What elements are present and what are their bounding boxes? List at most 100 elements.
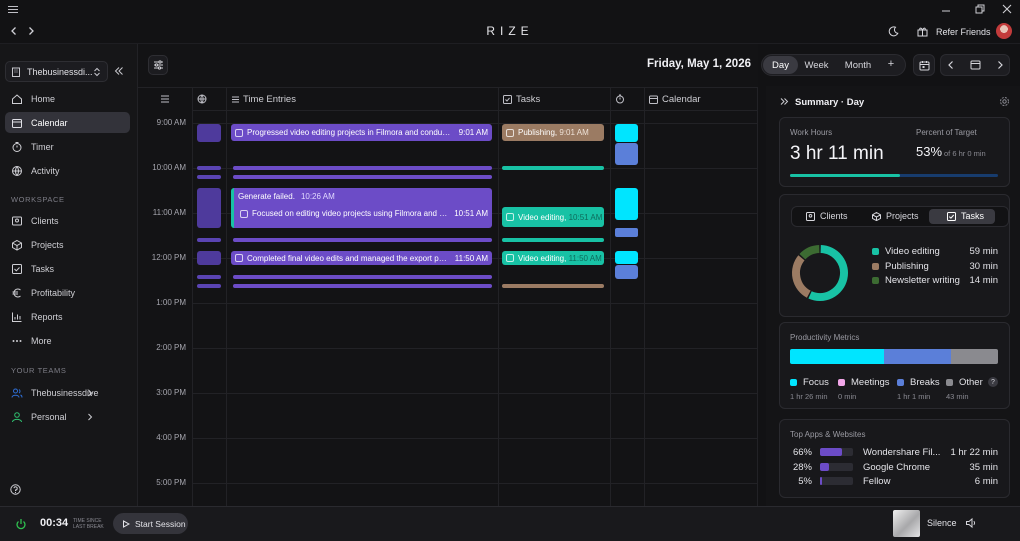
task-entry-time: 11:50 AM	[568, 253, 602, 263]
refer-friends-link[interactable]: Refer Friends	[936, 27, 991, 37]
close-icon[interactable]	[1002, 4, 1012, 14]
app-name: Fellow	[863, 476, 891, 487]
legend-value: 14 min	[969, 275, 998, 286]
gift-icon[interactable]	[917, 26, 928, 37]
task-entry-text: Publishing	[518, 128, 555, 137]
avatar[interactable]	[996, 23, 1012, 39]
time-entry-bar[interactable]	[233, 166, 492, 170]
break-block[interactable]	[615, 265, 638, 279]
restore-icon[interactable]	[975, 4, 985, 14]
activity-block[interactable]	[197, 251, 221, 265]
tab-projects[interactable]: Projects	[872, 211, 919, 221]
legend-label: Video editing	[885, 246, 940, 257]
task-entry-text: Video editing	[518, 212, 565, 222]
task-entry[interactable]: Publishing, 9:01 AM	[502, 124, 604, 141]
current-date: Friday, May 1, 2026	[647, 58, 751, 70]
prev-day-icon[interactable]	[946, 60, 956, 70]
focus-block[interactable]	[615, 124, 638, 142]
nav-more[interactable]: More	[5, 330, 130, 351]
sound-artwork[interactable]	[893, 510, 920, 537]
today-calendar-icon[interactable]	[913, 54, 935, 76]
time-label: 12:00 PM	[151, 253, 186, 262]
activity-bar[interactable]	[197, 275, 221, 279]
date-picker-icon[interactable]	[970, 59, 981, 70]
work-hours-label: Work Hours	[790, 128, 833, 137]
task-bar[interactable]	[502, 284, 604, 288]
app-percent: 28%	[792, 462, 812, 473]
menu-icon[interactable]	[8, 5, 18, 14]
task-bar[interactable]	[502, 238, 604, 242]
next-day-icon[interactable]	[995, 60, 1005, 70]
nav-activity[interactable]: Activity	[5, 160, 130, 181]
activity-bar[interactable]	[197, 175, 221, 179]
filter-settings-icon[interactable]	[148, 55, 168, 75]
add-view-button[interactable]: +	[883, 58, 899, 70]
view-week-button[interactable]: Week	[801, 60, 832, 71]
tab-clients-label: Clients	[820, 211, 848, 221]
view-month-button[interactable]: Month	[838, 60, 878, 71]
clients-icon	[11, 215, 23, 227]
time-entry-bar[interactable]	[233, 275, 492, 279]
task-legend-item: Video editing	[872, 246, 940, 257]
list-icon[interactable]	[160, 94, 170, 104]
building-icon	[11, 67, 21, 77]
team-thebusinessdive[interactable]: Thebusinessdive	[5, 382, 130, 403]
productivity-legend-other: Other	[946, 377, 983, 388]
break-block[interactable]	[615, 228, 638, 237]
app-time: 1 hr 22 min	[950, 447, 998, 458]
nav-calendar[interactable]: Calendar	[5, 112, 130, 133]
minimize-icon[interactable]	[941, 4, 951, 14]
time-entry[interactable]: Progressed video editing projects in Fil…	[231, 124, 492, 141]
app-percent: 5%	[798, 476, 812, 487]
task-entry-time: 10:51 AM	[568, 212, 603, 222]
volume-icon[interactable]	[965, 517, 977, 529]
focus-block[interactable]	[615, 251, 638, 264]
nav-home-label: Home	[31, 93, 56, 104]
time-entries-title: Time Entries	[243, 93, 296, 105]
percent-target-label: Percent of Target	[916, 128, 977, 137]
activity-bar[interactable]	[197, 166, 221, 170]
nav-reports[interactable]: Reports	[5, 306, 130, 327]
time-entry-bar[interactable]	[233, 238, 492, 242]
nav-tasks[interactable]: Tasks	[5, 258, 130, 279]
globe-icon[interactable]	[197, 94, 207, 104]
nav-projects[interactable]: Projects	[5, 234, 130, 255]
collapse-sidebar-icon[interactable]	[114, 66, 124, 76]
help-icon[interactable]	[10, 484, 21, 495]
nav-clients[interactable]: Clients	[5, 210, 130, 231]
time-entry-bar[interactable]	[233, 284, 492, 288]
panel-divider	[757, 87, 758, 506]
focus-block[interactable]	[615, 188, 638, 220]
workspace-select[interactable]: Thebusinessdi...	[5, 61, 108, 82]
team-personal[interactable]: Personal	[5, 406, 130, 427]
reports-icon	[11, 311, 23, 323]
nav-timer[interactable]: Timer	[5, 136, 130, 157]
task-entry[interactable]: Video editing, 11:50 AM	[502, 251, 604, 265]
view-day-button[interactable]: Day	[763, 60, 798, 71]
nav-home[interactable]: Home	[5, 88, 130, 109]
power-icon[interactable]	[15, 518, 27, 530]
task-entry[interactable]: Video editing, 10:51 AM	[502, 207, 604, 227]
time-entry[interactable]: Generate failed. 10:26 AM	[234, 188, 492, 205]
activity-block[interactable]	[197, 188, 221, 228]
app-percent: 66%	[792, 447, 812, 458]
settings-gear-icon[interactable]	[999, 96, 1010, 107]
activity-bar[interactable]	[197, 238, 221, 242]
help-icon[interactable]: ?	[988, 377, 998, 387]
time-entry-bar[interactable]	[233, 175, 492, 179]
nav-profitability[interactable]: Profitability	[5, 282, 130, 303]
time-entry[interactable]: Completed final video edits and managed …	[231, 251, 492, 265]
checkbox-icon	[503, 94, 512, 104]
activity-bar[interactable]	[197, 284, 221, 288]
break-block[interactable]	[615, 143, 638, 165]
timer-icon[interactable]	[615, 94, 625, 104]
time-entry[interactable]: Focused on editing video projects using …	[236, 205, 492, 222]
tab-clients[interactable]: Clients	[806, 211, 848, 221]
app-usage-track	[820, 448, 853, 456]
dark-mode-icon[interactable]	[888, 26, 899, 37]
task-bar[interactable]	[502, 166, 604, 170]
activity-block[interactable]	[197, 124, 221, 142]
tab-tasks[interactable]: Tasks	[947, 211, 984, 221]
start-session-button[interactable]: Start Session	[113, 513, 188, 534]
collapse-panel-icon[interactable]	[780, 97, 789, 106]
